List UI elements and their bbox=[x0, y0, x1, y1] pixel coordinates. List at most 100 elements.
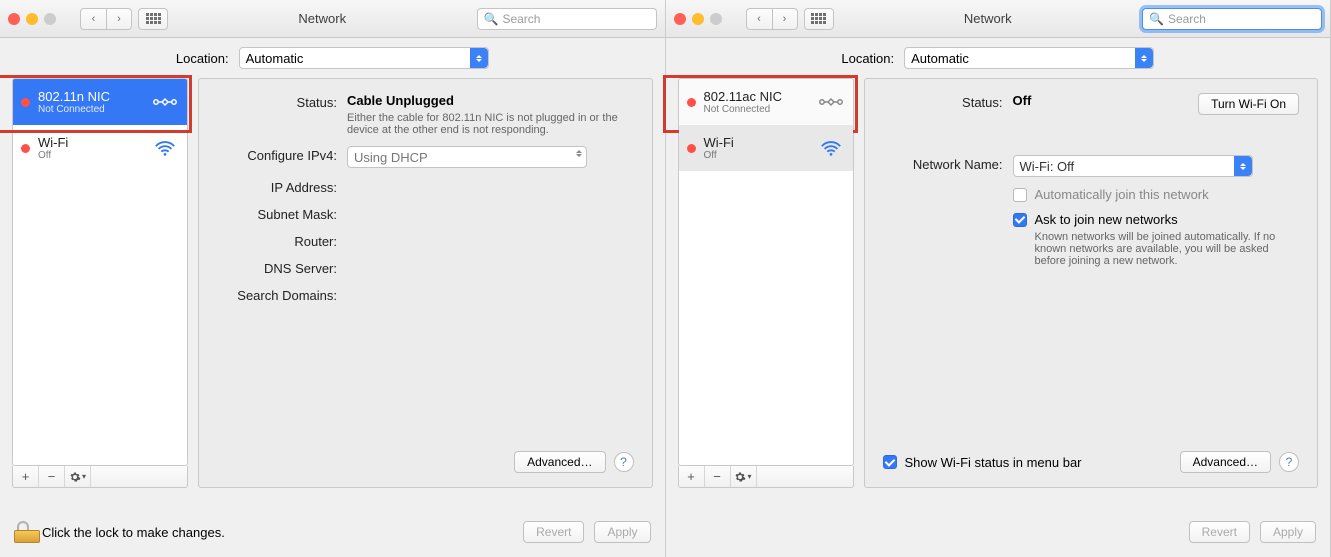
sidebar-item-wifi[interactable]: Wi-Fi Off bbox=[679, 125, 853, 171]
status-value: Off bbox=[1013, 93, 1032, 108]
body: 802.11ac NIC Not Connected Wi-Fi Off bbox=[666, 78, 1331, 507]
location-label: Location: bbox=[176, 51, 229, 66]
revert-button[interactable]: Revert bbox=[1189, 521, 1250, 543]
add-interface-button[interactable]: + bbox=[13, 466, 39, 487]
chevron-updown-icon bbox=[576, 150, 582, 157]
location-select[interactable]: Automatic bbox=[904, 47, 1154, 69]
advanced-button[interactable]: Advanced… bbox=[1180, 451, 1271, 473]
show-status-label: Show Wi-Fi status in menu bar bbox=[905, 455, 1082, 470]
sidebar-item-status: Off bbox=[38, 150, 68, 161]
remove-interface-button[interactable]: − bbox=[705, 466, 731, 487]
status-value: Cable Unplugged bbox=[347, 93, 454, 108]
location-value: Automatic bbox=[246, 51, 304, 66]
window-title: Network bbox=[174, 11, 471, 26]
forward-button[interactable]: › bbox=[106, 8, 132, 30]
sidebar-item-status: Not Connected bbox=[704, 104, 783, 115]
ask-join-checkbox[interactable] bbox=[1013, 213, 1027, 227]
window-controls bbox=[8, 13, 56, 25]
location-select[interactable]: Automatic bbox=[239, 47, 489, 69]
sidebar-footer: + − ▾ bbox=[678, 466, 854, 488]
apply-button[interactable]: Apply bbox=[1260, 521, 1316, 543]
location-row: Location: Automatic bbox=[0, 38, 665, 78]
minimize-window[interactable] bbox=[26, 13, 38, 25]
network-name-value: Wi-Fi: Off bbox=[1020, 159, 1075, 174]
lock-text: Click the lock to make changes. bbox=[42, 525, 225, 540]
interfaces-sidebar: 802.11n NIC Not Connected Wi-Fi Off bbox=[12, 78, 188, 466]
network-name-select[interactable]: Wi-Fi: Off bbox=[1013, 155, 1253, 177]
detail-panel: Status: Cable Unplugged Either the cable… bbox=[198, 78, 653, 488]
configure-value: Using DHCP bbox=[354, 150, 428, 165]
sidebar-item-nic[interactable]: 802.11ac NIC Not Connected bbox=[679, 79, 853, 125]
chevron-updown-icon bbox=[470, 48, 488, 68]
right-pane: ‹ › Network 🔍 Search Location: Automatic… bbox=[666, 0, 1331, 557]
wifi-icon bbox=[817, 138, 845, 158]
sidebar-item-name: 802.11n NIC bbox=[38, 90, 110, 104]
advanced-button[interactable]: Advanced… bbox=[514, 451, 605, 473]
location-row: Location: Automatic bbox=[666, 38, 1331, 78]
help-button[interactable]: ? bbox=[1279, 452, 1299, 472]
window-controls bbox=[674, 13, 722, 25]
configure-label: Configure IPv4: bbox=[217, 146, 347, 168]
interfaces-sidebar: 802.11ac NIC Not Connected Wi-Fi Off bbox=[678, 78, 854, 466]
sidebar-item-status: Not Connected bbox=[38, 104, 110, 115]
ip-label: IP Address: bbox=[217, 178, 347, 195]
sidebar-item-name: Wi-Fi bbox=[38, 136, 68, 150]
sidebar-options-button[interactable]: ▾ bbox=[731, 466, 757, 487]
search-field[interactable]: 🔍 Search bbox=[477, 8, 657, 30]
chevron-updown-icon bbox=[1135, 48, 1153, 68]
auto-join-checkbox[interactable] bbox=[1013, 188, 1027, 202]
sidebar-item-status: Off bbox=[704, 150, 734, 161]
gear-icon bbox=[69, 471, 81, 483]
status-label: Status: bbox=[883, 93, 1013, 115]
zoom-window bbox=[710, 13, 722, 25]
search-placeholder: Search bbox=[1168, 12, 1206, 26]
left-pane: ‹ › Network 🔍 Search Location: Automatic… bbox=[0, 0, 666, 557]
back-button[interactable]: ‹ bbox=[80, 8, 106, 30]
remove-interface-button[interactable]: − bbox=[39, 466, 65, 487]
subnet-label: Subnet Mask: bbox=[217, 205, 347, 222]
search-field[interactable]: 🔍 Search bbox=[1142, 8, 1322, 30]
ethernet-icon bbox=[151, 92, 179, 112]
status-dot-icon bbox=[687, 98, 696, 107]
revert-button[interactable]: Revert bbox=[523, 521, 584, 543]
search-placeholder: Search bbox=[502, 12, 540, 26]
configure-select[interactable]: Using DHCP bbox=[347, 146, 587, 168]
sidebar-item-wifi[interactable]: Wi-Fi Off bbox=[13, 125, 187, 171]
dns-label: DNS Server: bbox=[217, 259, 347, 276]
toolbar: ‹ › Network 🔍 Search bbox=[0, 0, 665, 38]
show-all-button[interactable] bbox=[138, 8, 168, 30]
body: 802.11n NIC Not Connected Wi-Fi Off bbox=[0, 78, 665, 507]
nav-segment: ‹ › bbox=[746, 8, 798, 30]
bottom-bar: Click the lock to make changes. Revert A… bbox=[0, 507, 665, 557]
sidebar-item-nic[interactable]: 802.11n NIC Not Connected bbox=[13, 79, 187, 125]
search-icon: 🔍 bbox=[484, 12, 499, 26]
nav-segment: ‹ › bbox=[80, 8, 132, 30]
minimize-window[interactable] bbox=[692, 13, 704, 25]
status-hint: Either the cable for 802.11n NIC is not … bbox=[347, 112, 627, 136]
forward-button[interactable]: › bbox=[772, 8, 798, 30]
lock-icon[interactable] bbox=[14, 521, 32, 543]
zoom-window bbox=[44, 13, 56, 25]
chevron-updown-icon bbox=[1234, 156, 1252, 176]
router-label: Router: bbox=[217, 232, 347, 249]
auto-join-label: Automatically join this network bbox=[1035, 187, 1209, 202]
close-window[interactable] bbox=[674, 13, 686, 25]
wifi-toggle-button[interactable]: Turn Wi-Fi On bbox=[1198, 93, 1299, 115]
back-button[interactable]: ‹ bbox=[746, 8, 772, 30]
gear-icon bbox=[734, 471, 746, 483]
add-interface-button[interactable]: + bbox=[679, 466, 705, 487]
status-label: Status: bbox=[217, 93, 347, 136]
network-name-label: Network Name: bbox=[883, 155, 1013, 177]
apply-button[interactable]: Apply bbox=[594, 521, 650, 543]
help-button[interactable]: ? bbox=[614, 452, 634, 472]
show-status-checkbox[interactable] bbox=[883, 455, 897, 469]
show-all-button[interactable] bbox=[804, 8, 834, 30]
sidebar-options-button[interactable]: ▾ bbox=[65, 466, 91, 487]
toolbar: ‹ › Network 🔍 Search bbox=[666, 0, 1331, 38]
close-window[interactable] bbox=[8, 13, 20, 25]
location-label: Location: bbox=[841, 51, 894, 66]
detail-panel: Status: Off Turn Wi-Fi On Network Name: … bbox=[864, 78, 1319, 488]
status-dot-icon bbox=[687, 144, 696, 153]
wifi-icon bbox=[151, 138, 179, 158]
status-dot-icon bbox=[21, 98, 30, 107]
